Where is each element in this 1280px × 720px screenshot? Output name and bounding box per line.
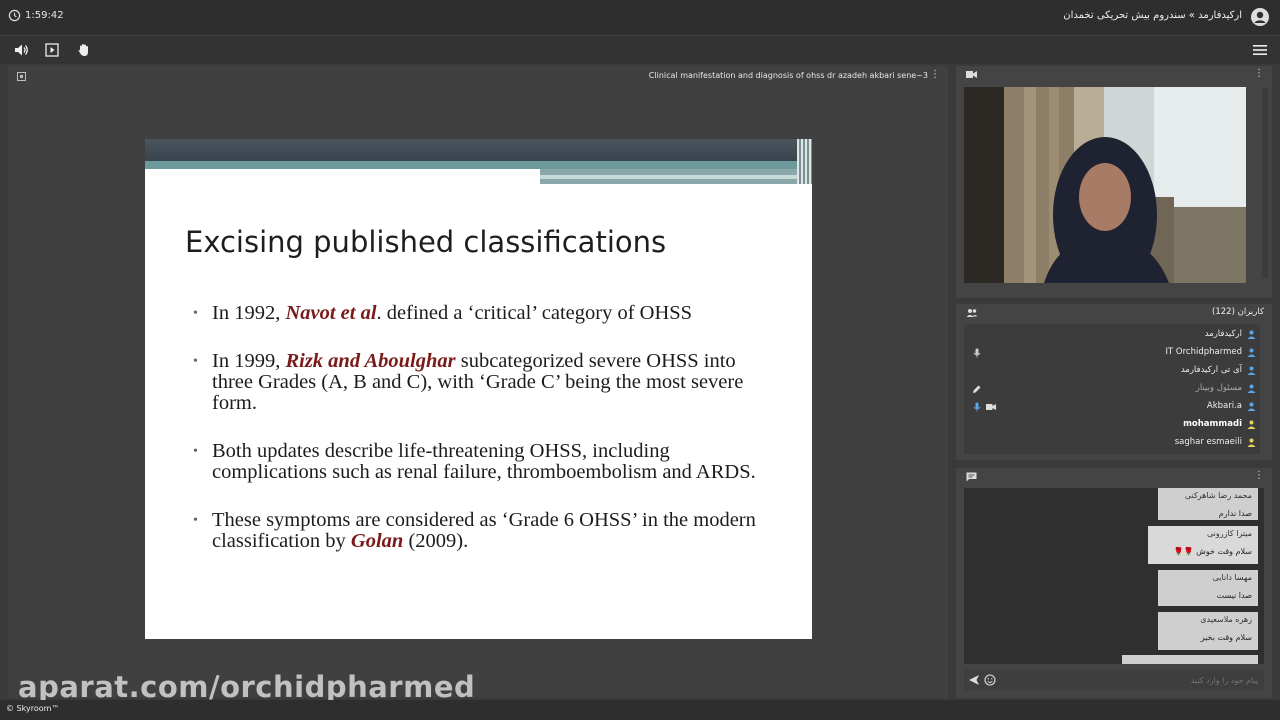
user-icon [1247,348,1256,357]
users-panel-header: کاربران (122) [956,304,1272,322]
send-icon[interactable] [968,674,980,686]
toolbar [0,36,1280,64]
watermark: aparat.com/orchidpharmed [18,670,476,704]
chat-message: میترا کازرونی سلام وقت خوش 🌹🌹 [1148,526,1258,564]
document-options-icon[interactable]: ⋮ [930,69,940,80]
user-row[interactable]: saghar esmaeili [964,434,1260,452]
slide-bullet: Both updates describe life-threatening O… [193,441,773,483]
user-row[interactable]: ارکیدفارمد [964,326,1260,344]
slide-title: Excising published classifications [185,225,667,259]
users-panel: کاربران (122) ارکیدفارمد IT Orchidpharme… [956,304,1272,460]
screen-share-icon[interactable] [44,42,60,58]
slide-header-accent-line [540,175,812,179]
session-clock: 1:59:42 [8,9,64,22]
raise-hand-icon[interactable] [76,42,92,58]
chat-panel-header: ⋮ [956,468,1272,486]
chat-message-input[interactable] [1002,672,1258,688]
slide-bullet: In 1999, Rizk and Aboulghar subcategoriz… [193,351,773,414]
user-row[interactable]: IT Orchidpharmed [964,344,1260,362]
user-icon [1247,366,1256,375]
presenter-video-frame [964,87,1246,283]
chat-panel: ⋮ محمد رضا شاهرکنی صدا ندارم میترا کازرو… [956,468,1272,698]
user-icon [1247,330,1256,339]
chat-options-icon[interactable]: ⋮ [1254,470,1264,481]
user-icon [1247,402,1256,411]
chat-messages: محمد رضا شاهرکنی صدا ندارم میترا کازرونی… [964,488,1264,664]
users-icon [966,309,978,317]
microphone-icon [973,348,981,358]
microphone-icon [973,402,981,412]
document-name: Clinical manifestation and diagnosis of … [648,71,928,80]
presentation-slide: Excising published classifications In 19… [145,139,812,639]
slide-header-stripe [145,161,812,169]
slide-bullet: These symptoms are considered as ‘Grade … [193,510,773,552]
edit-icon [973,385,981,393]
video-panel-header: ⋮ [956,66,1272,84]
user-row[interactable]: آی تی ارکیدفارمد [964,362,1260,380]
users-list: ارکیدفارمد IT Orchidpharmed آی تی ارکیدف… [964,324,1260,454]
chat-message: محمد رضا شاهرکنی صدا ندارم [1158,488,1258,520]
user-row[interactable]: Akbari.a [964,398,1260,416]
clock-time: 1:59:42 [25,10,64,21]
user-row[interactable]: مسئول وبینار [964,380,1260,398]
chat-icon [966,472,977,482]
footer-bar: © Skyroom™ [0,700,1280,720]
user-row[interactable]: mohammadi [964,416,1260,434]
slide-bullet: In 1992, Navot et al. defined a ‘critica… [193,303,773,325]
user-icon [1247,384,1256,393]
slide-header-edge [797,139,812,184]
chat-input-bar [964,670,1264,690]
user-icon [1247,420,1256,429]
slide-bullets: In 1992, Navot et al. defined a ‘critica… [193,303,773,579]
slide-header-band [145,139,812,161]
user-icon [1247,438,1256,447]
presenter-video [964,87,1246,283]
video-panel: ⋮ [956,66,1272,298]
top-bar: 1:59:42 ارکیدفارمد » سندروم بیش تحریکی ت… [0,0,1280,34]
emoji-icon[interactable] [984,674,996,686]
video-scrollbar[interactable] [1262,88,1268,278]
users-count-title: کاربران (122) [1212,307,1264,317]
menu-icon[interactable] [1252,43,1268,57]
chat-message: زهره ملاسعیدی سلام وقت بخیر [1158,612,1258,650]
camera-icon [966,71,977,78]
fullscreen-icon[interactable] [17,72,26,81]
chat-message-partial [1122,655,1258,664]
brand-label: © Skyroom™ [6,704,60,713]
room-title: ارکیدفارمد » سندروم بیش تحریکی تخمدان [1063,10,1242,21]
camera-icon [986,404,996,410]
speaker-icon[interactable] [13,42,29,58]
clock-icon [8,9,21,22]
chat-message: مهسا دانایی صدا نیست [1158,570,1258,606]
video-options-icon[interactable]: ⋮ [1254,68,1264,79]
user-account-icon[interactable] [1250,7,1270,27]
